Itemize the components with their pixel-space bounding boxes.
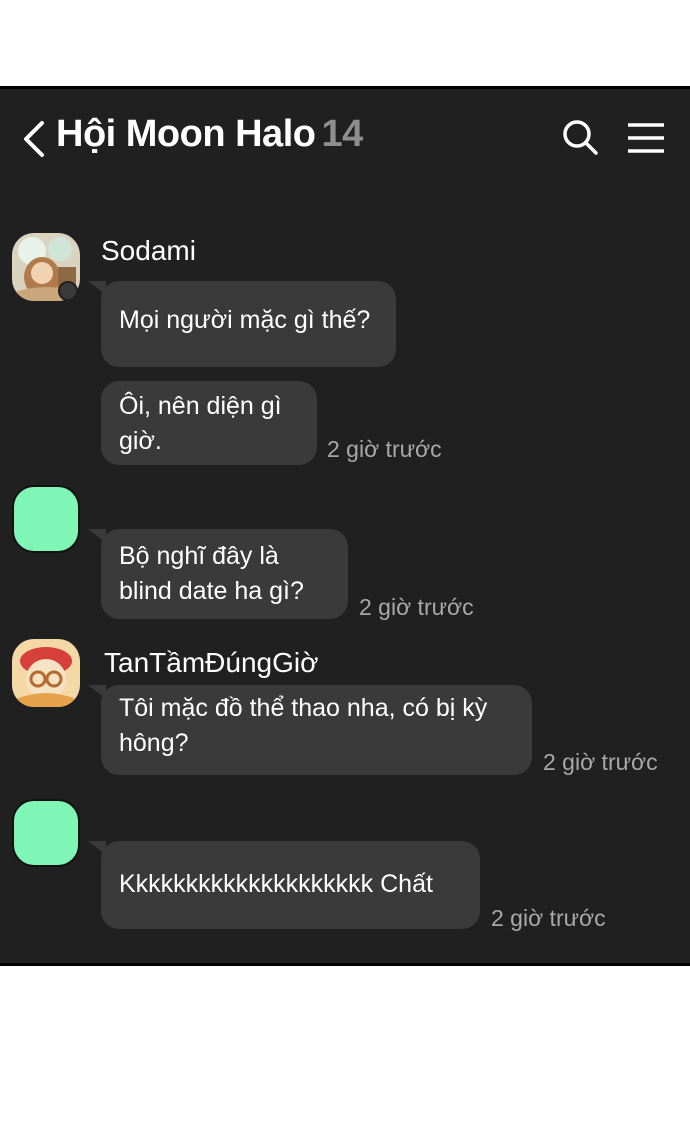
message-bubble[interactable]: Mọi người mặc gì thế? bbox=[101, 281, 396, 367]
search-icon[interactable] bbox=[560, 117, 600, 157]
avatar-placeholder[interactable] bbox=[12, 485, 80, 553]
group-name: Hội Moon Halo bbox=[56, 113, 316, 155]
timestamp: 2 giờ trước bbox=[359, 594, 474, 620]
chat-title: Hội Moon Halo 14 bbox=[56, 113, 363, 156]
avatar-tantamdunggio[interactable] bbox=[12, 639, 80, 707]
message-bubble[interactable]: Ôi, nên diện gì giờ. bbox=[101, 381, 317, 465]
message-bubble[interactable]: Bộ nghĩ đây là blind date ha gì? bbox=[101, 529, 348, 619]
timestamp: 2 giờ trước bbox=[543, 749, 658, 775]
sender-name: TanTầmĐúngGiờ bbox=[104, 647, 319, 678]
chevron-left-icon[interactable] bbox=[18, 119, 48, 159]
chat-header: Hội Moon Halo 14 bbox=[0, 89, 690, 189]
avatar-badge-icon bbox=[58, 281, 78, 301]
menu-icon[interactable] bbox=[626, 121, 666, 155]
timestamp: 2 giờ trước bbox=[327, 436, 442, 462]
chat-screen: Hội Moon Halo 14 Sodami Mọi người mặc gì … bbox=[0, 86, 690, 966]
timestamp: 2 giờ trước bbox=[491, 905, 606, 931]
member-count: 14 bbox=[321, 113, 363, 155]
avatar-placeholder[interactable] bbox=[12, 799, 80, 867]
illustrated-avatar-icon bbox=[12, 639, 80, 707]
message-bubble[interactable]: Tôi mặc đồ thể thao nha, có bị kỳ hông? bbox=[101, 685, 532, 775]
message-bubble[interactable]: Kkkkkkkkkkkkkkkkkkkk Chất bbox=[101, 841, 480, 929]
sender-name: Sodami bbox=[101, 235, 196, 266]
